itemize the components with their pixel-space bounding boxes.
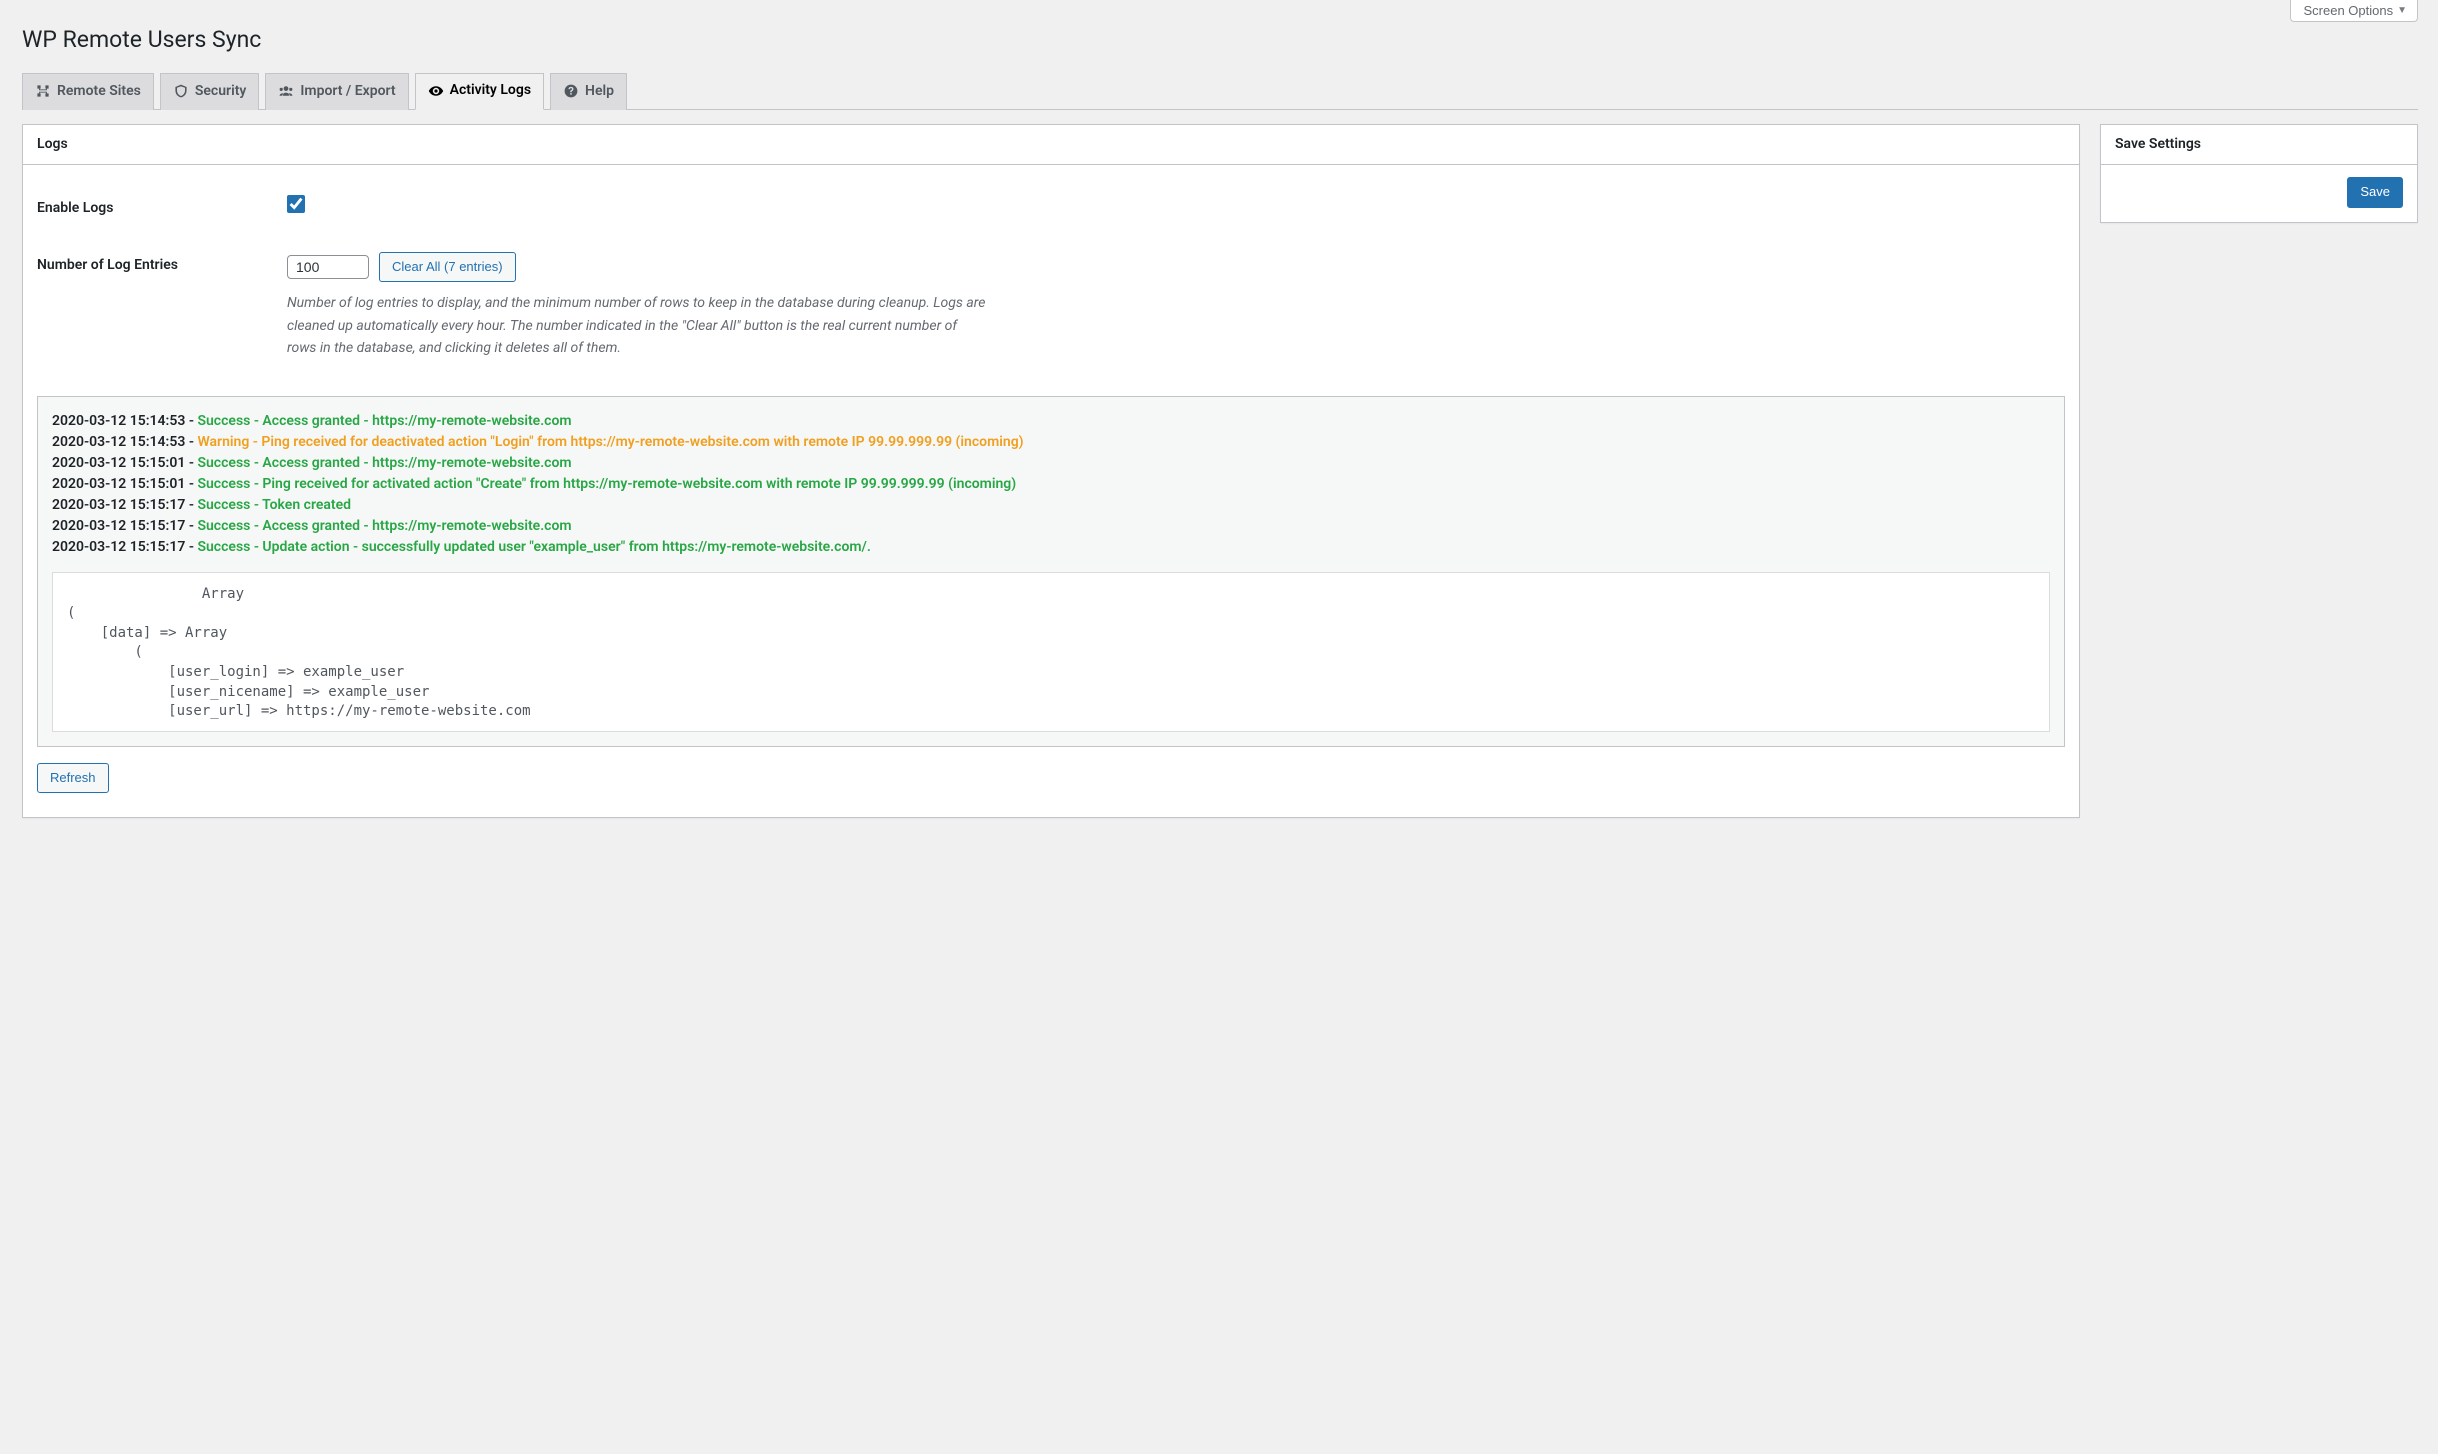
logs-heading: Logs	[23, 125, 2079, 166]
log-timestamp: 2020-03-12 15:15:01 -	[52, 476, 197, 492]
log-message: Success - Update action - successfully u…	[197, 539, 870, 555]
log-timestamp: 2020-03-12 15:15:17 -	[52, 497, 197, 513]
tab-remote-sites[interactable]: Remote Sites	[22, 73, 154, 110]
log-entry: 2020-03-12 15:14:53 - Success - Access g…	[52, 411, 2050, 432]
enable-logs-checkbox[interactable]	[287, 195, 305, 213]
log-message: Success - Access granted - https://my-re…	[197, 518, 571, 534]
refresh-button[interactable]: Refresh	[37, 763, 109, 794]
screen-options-button[interactable]: Screen Options ▼	[2290, 0, 2418, 22]
save-settings-heading: Save Settings	[2101, 125, 2417, 166]
log-message: Success - Ping received for activated ac…	[197, 476, 1016, 492]
log-timestamp: 2020-03-12 15:15:17 -	[52, 539, 197, 555]
tab-label: Remote Sites	[57, 82, 141, 102]
help-icon	[563, 83, 579, 99]
logs-panel: Logs Enable Logs Number of Log Entries	[22, 124, 2080, 819]
log-timestamp: 2020-03-12 15:15:01 -	[52, 455, 197, 471]
log-timestamp: 2020-03-12 15:14:53 -	[52, 413, 197, 429]
log-dump: Array ( [data] => Array ( [user_login] =…	[52, 572, 2050, 732]
log-entry: 2020-03-12 15:15:17 - Success - Token cr…	[52, 495, 2050, 516]
tab-import-export[interactable]: Import / Export	[265, 73, 408, 110]
save-button[interactable]: Save	[2347, 177, 2403, 208]
log-timestamp: 2020-03-12 15:14:53 -	[52, 434, 197, 450]
log-message: Success - Access granted - https://my-re…	[197, 413, 571, 429]
nav-tabs: Remote Sites Security Import / Export Ac…	[22, 72, 2418, 110]
clear-all-button[interactable]: Clear All (7 entries)	[379, 252, 516, 283]
log-entry: 2020-03-12 15:14:53 - Warning - Ping rec…	[52, 432, 2050, 453]
page-title: WP Remote Users Sync	[22, 0, 2418, 72]
save-settings-panel: Save Settings Save	[2100, 124, 2418, 223]
num-entries-description: Number of log entries to display, and th…	[287, 292, 987, 359]
tab-help[interactable]: Help	[550, 73, 627, 110]
tab-label: Help	[585, 82, 614, 102]
tab-label: Activity Logs	[450, 81, 531, 101]
enable-logs-label: Enable Logs	[37, 195, 287, 219]
tab-label: Security	[195, 82, 247, 102]
log-entry: 2020-03-12 15:15:01 - Success - Access g…	[52, 453, 2050, 474]
shield-icon	[173, 83, 189, 99]
log-entry: 2020-03-12 15:15:01 - Success - Ping rec…	[52, 474, 2050, 495]
tab-security[interactable]: Security	[160, 73, 260, 110]
caret-down-icon: ▼	[2397, 5, 2407, 16]
tab-label: Import / Export	[300, 82, 395, 102]
log-message: Success - Access granted - https://my-re…	[197, 455, 571, 471]
network-icon	[35, 83, 51, 99]
log-message: Warning - Ping received for deactivated …	[197, 434, 1023, 450]
log-box: 2020-03-12 15:14:53 - Success - Access g…	[37, 396, 2065, 747]
log-timestamp: 2020-03-12 15:15:17 -	[52, 518, 197, 534]
num-entries-input[interactable]	[287, 255, 369, 279]
num-entries-label: Number of Log Entries	[37, 252, 287, 276]
tab-activity-logs[interactable]: Activity Logs	[415, 73, 544, 110]
users-icon	[278, 83, 294, 99]
log-entry: 2020-03-12 15:15:17 - Success - Update a…	[52, 537, 2050, 558]
log-message: Success - Token created	[197, 497, 351, 513]
log-entry: 2020-03-12 15:15:17 - Success - Access g…	[52, 516, 2050, 537]
eye-icon	[428, 83, 444, 99]
screen-options-label: Screen Options	[2303, 3, 2393, 18]
